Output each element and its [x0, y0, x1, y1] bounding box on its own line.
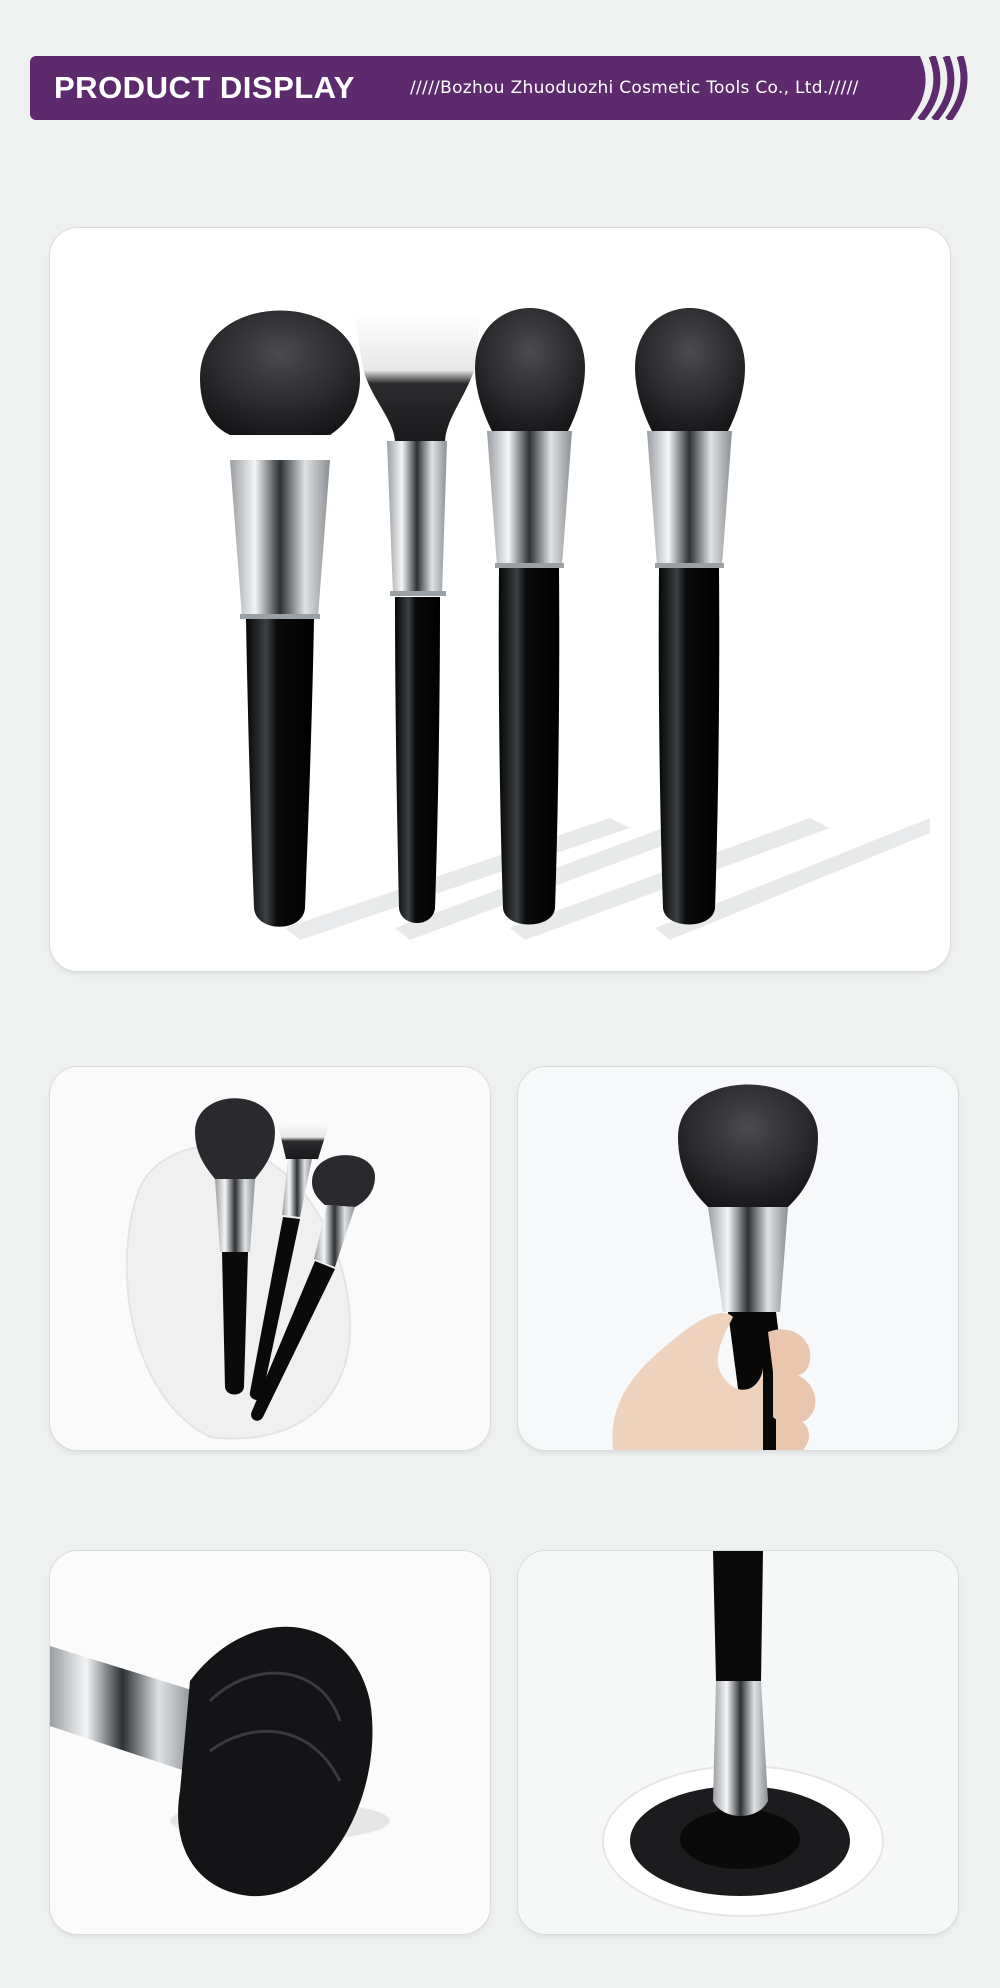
brush-splayed-photo [518, 1551, 958, 1934]
page-title: PRODUCT DISPLAY [54, 70, 355, 105]
brush-closeup-photo [50, 1551, 490, 1934]
hero-product-photo [50, 228, 950, 971]
brush-set-photo [50, 1067, 490, 1450]
hand-holding-brush-photo [518, 1067, 958, 1450]
company-name: /////Bozhou Zhuoduozhi Cosmetic Tools Co… [410, 78, 859, 98]
stripe-decoration [880, 56, 970, 120]
header-banner: PRODUCT DISPLAY /////Bozhou Zhuoduozhi C… [30, 56, 970, 120]
